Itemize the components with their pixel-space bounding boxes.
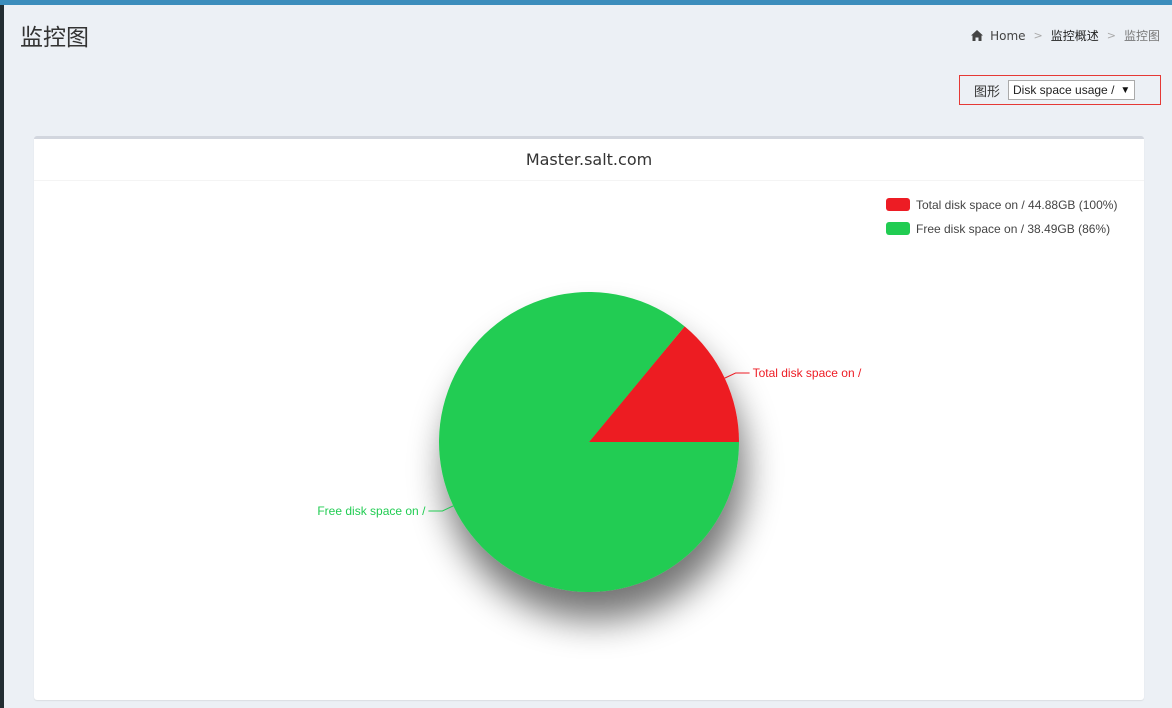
breadcrumb: Home > 监控概述 > 监控图 [971, 27, 1160, 44]
pie-slice-label: Total disk space on / [753, 366, 862, 380]
pie-label-leader [428, 505, 454, 512]
breadcrumb-current: 监控图 [1123, 29, 1160, 43]
chart-legend: Total disk space on / 44.88GB (100%) Free… [886, 198, 1117, 236]
pie-slices [439, 292, 739, 593]
graph-selector-panel: 图形 Disk space usage / ▼ [959, 75, 1161, 105]
pie-slice-label: Free disk space on / [317, 504, 426, 518]
legend-label: Free disk space on / 38.49GB (86%) [916, 222, 1110, 236]
legend-swatch [886, 198, 910, 211]
pie-label-leader [724, 372, 750, 379]
home-icon [971, 30, 984, 41]
breadcrumb-home-link[interactable]: Home [990, 29, 1025, 43]
chart-header: Master.salt.com [34, 139, 1144, 181]
graph-select-value: Disk space usage / [1013, 83, 1115, 97]
graph-selector-label: 图形 [974, 84, 1001, 100]
breadcrumb-separator: > [1033, 29, 1043, 42]
chart-title: Master.salt.com [525, 150, 653, 169]
sidebar-edge [0, 5, 4, 708]
legend-label: Total disk space on / 44.88GB (100%) [916, 198, 1117, 212]
dropdown-arrow-icon: ▼ [1120, 84, 1131, 96]
chart-panel: Master.salt.com Total disk space on / 44… [34, 136, 1144, 700]
graph-select-dropdown[interactable]: Disk space usage / ▼ [1008, 80, 1136, 100]
legend-swatch [886, 222, 910, 235]
page-title: 监控图 [20, 25, 89, 51]
breadcrumb-separator: > [1106, 29, 1116, 42]
pie-chart: Total disk space on / 44.88GB (100%) Free… [317, 198, 1117, 593]
header-accent-bar [0, 0, 1172, 5]
chart-body: Total disk space on / 44.88GB (100%) Free… [34, 182, 1144, 700]
breadcrumb-overview-link[interactable]: 监控概述 [1051, 27, 1099, 44]
